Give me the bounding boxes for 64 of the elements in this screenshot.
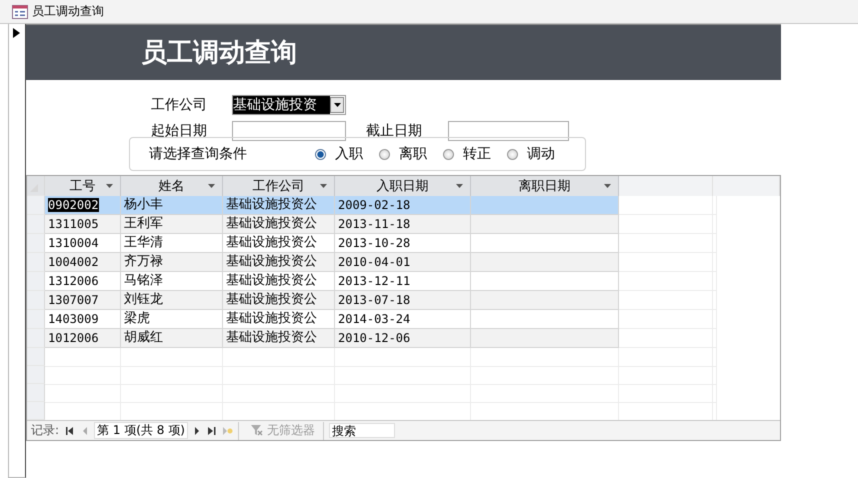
row-selector[interactable] bbox=[27, 253, 45, 272]
table-cell: 1004002 bbox=[45, 253, 121, 272]
next-record-icon bbox=[192, 426, 201, 434]
dropdown-caret-icon bbox=[320, 184, 327, 188]
table-cell: 基础设施投资公 bbox=[223, 291, 335, 310]
dropdown-caret-icon bbox=[604, 184, 611, 188]
table-cell: 1311005 bbox=[45, 215, 121, 234]
new-record-icon bbox=[222, 426, 233, 434]
table-cell: 胡威红 bbox=[121, 329, 223, 348]
radio-option[interactable]: 离职 bbox=[379, 145, 429, 163]
radio-option[interactable]: 调动 bbox=[507, 145, 557, 163]
form-title: 员工调动查询 bbox=[141, 37, 297, 70]
row-selector[interactable] bbox=[27, 291, 45, 310]
table-cell: 2013-11-18 bbox=[335, 215, 471, 234]
table-cell: 基础设施投资公 bbox=[223, 329, 335, 348]
field-label: 截止日期 bbox=[366, 122, 423, 140]
table-cell: 基础设施投资公 bbox=[223, 215, 335, 234]
last-record-icon bbox=[208, 426, 216, 434]
field-label: 起始日期 bbox=[151, 122, 208, 140]
end-date-field[interactable] bbox=[448, 121, 569, 141]
table-row[interactable]: 1311005 王利军 基础设施投资公 2013-11-18 bbox=[45, 215, 619, 234]
row-selector[interactable] bbox=[27, 329, 45, 348]
dropdown-caret-icon bbox=[334, 103, 340, 107]
table-cell: 齐万禄 bbox=[121, 253, 223, 272]
row-selector[interactable] bbox=[27, 234, 45, 253]
company-dropdown[interactable]: 基础设施投资 bbox=[232, 95, 346, 115]
blank-column-header bbox=[713, 176, 780, 196]
table-row[interactable]: 1307007 刘钰龙 基础设施投资公 2013-07-18 bbox=[45, 291, 619, 310]
current-record-field[interactable]: 第 1 项(共 8 项) bbox=[94, 422, 188, 439]
radio-option[interactable]: 转正 bbox=[443, 145, 493, 163]
record-pointer-icon bbox=[13, 28, 20, 38]
row-selector[interactable] bbox=[27, 310, 45, 329]
table-cell: 2010-04-01 bbox=[335, 253, 471, 272]
row-selector[interactable] bbox=[27, 196, 45, 215]
field-label: 工作公司 bbox=[151, 96, 208, 114]
start-date-field[interactable] bbox=[232, 121, 346, 141]
dropdown-caret-icon bbox=[106, 184, 113, 188]
table-row[interactable]: 1012006 胡威红 基础设施投资公 2010-12-06 bbox=[45, 329, 619, 348]
table-cell: 2010-12-06 bbox=[335, 329, 471, 348]
navigation-label: 记录: bbox=[31, 422, 60, 439]
table-cell: 刘钰龙 bbox=[121, 291, 223, 310]
table-row[interactable]: 0902002 杨小丰 基础设施投资公 2009-02-18 bbox=[45, 196, 619, 215]
form-icon bbox=[12, 4, 28, 18]
row-selector[interactable] bbox=[27, 402, 45, 420]
dropdown-caret-icon bbox=[456, 184, 463, 188]
table-cell: 基础设施投资公 bbox=[223, 253, 335, 272]
row-selector[interactable] bbox=[27, 215, 45, 234]
search-field[interactable]: 搜索 bbox=[328, 423, 395, 438]
table-cell: 1307007 bbox=[45, 291, 121, 310]
option-group-label: 请选择查询条件 bbox=[149, 145, 248, 163]
filter-icon bbox=[250, 425, 263, 436]
radio-option[interactable]: 入职 bbox=[315, 145, 365, 163]
row-selector[interactable] bbox=[27, 348, 45, 366]
table-cell: 2013-07-18 bbox=[335, 291, 471, 310]
row-selector[interactable] bbox=[27, 384, 45, 402]
row-selector[interactable] bbox=[27, 366, 45, 384]
document-tab[interactable]: 员工调动查询 bbox=[12, 3, 104, 20]
dropdown-caret-icon bbox=[208, 184, 215, 188]
row-selector[interactable] bbox=[27, 272, 45, 291]
table-cell: 1012006 bbox=[45, 329, 121, 348]
first-record-icon bbox=[66, 426, 74, 434]
table-row[interactable]: 1004002 齐万禄 基础设施投资公 2010-04-01 bbox=[45, 253, 619, 272]
previous-record-icon bbox=[81, 426, 90, 434]
table-cell: 王利军 bbox=[121, 215, 223, 234]
